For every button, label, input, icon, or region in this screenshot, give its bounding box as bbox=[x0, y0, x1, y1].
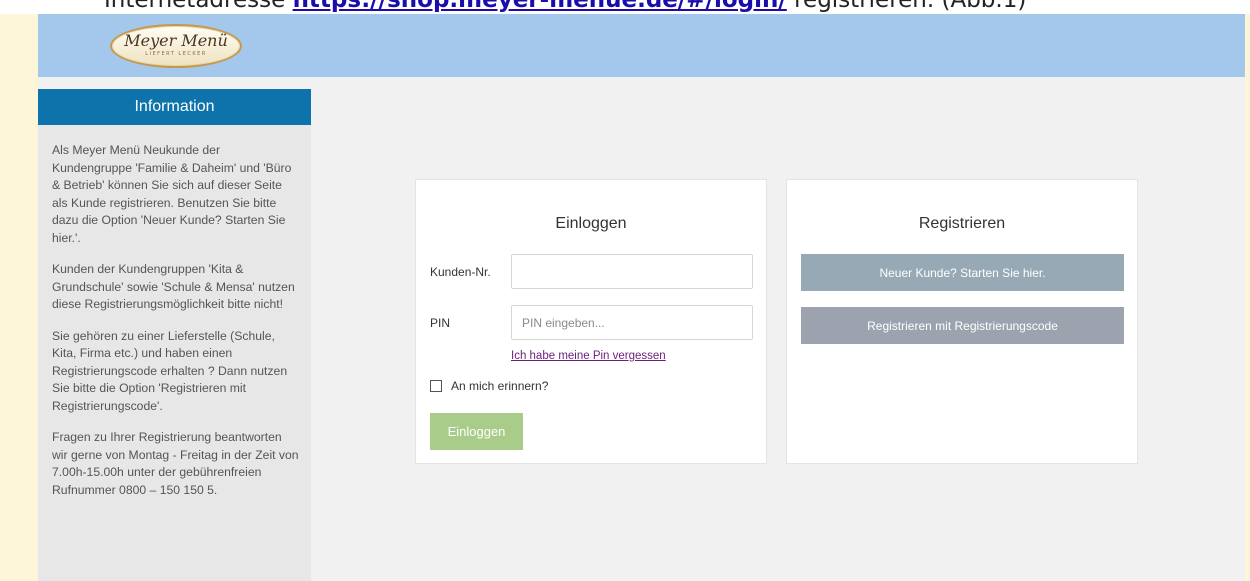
info-paragraph: Sie gehören zu einer Lieferstelle (Schul… bbox=[52, 328, 288, 413]
register-title: Registrieren bbox=[918, 215, 1006, 232]
document-text-line: Internetadresse https://shop.meyer-menue… bbox=[0, 0, 1250, 14]
register-card: Registrieren Neuer Kunde? Starten Sie hi… bbox=[786, 179, 1138, 464]
browser-page: Meyer Menü LIEFERT LECKER Information Al… bbox=[38, 14, 1245, 581]
meyer-menu-logo[interactable]: Meyer Menü LIEFERT LECKER bbox=[110, 24, 242, 68]
register-with-code-button[interactable]: Registrieren mit Registrierungscode bbox=[801, 307, 1124, 344]
sidebar-title: Information bbox=[38, 89, 311, 125]
document-text-after: registrieren. (Abb.1) bbox=[794, 0, 1027, 13]
site-header: Meyer Menü LIEFERT LECKER bbox=[38, 14, 1245, 77]
sidebar-body: Als Meyer Menü Neukunde der Kundengruppe… bbox=[38, 125, 311, 499]
info-paragraph: Fragen zu Ihrer Registrierung beantworte… bbox=[52, 430, 299, 497]
pin-label: PIN bbox=[430, 316, 451, 330]
document-text-before: Internetadresse bbox=[104, 0, 286, 13]
customer-number-label: Kunden-Nr. bbox=[430, 265, 491, 279]
remember-me-checkbox[interactable] bbox=[430, 380, 442, 392]
pin-input[interactable] bbox=[511, 305, 753, 340]
logo-tagline: LIEFERT LECKER bbox=[145, 51, 207, 57]
remember-me[interactable]: An mich erinnern? bbox=[430, 379, 548, 393]
shop-login-link[interactable]: https://shop.meyer-menue.de/#/login/ bbox=[293, 0, 787, 13]
new-customer-button[interactable]: Neuer Kunde? Starten Sie hier. bbox=[801, 254, 1124, 291]
login-card: Einloggen Kunden-Nr. PIN Ich habe meine … bbox=[415, 179, 767, 464]
remember-me-label: An mich erinnern? bbox=[451, 379, 549, 393]
info-paragraph: Als Meyer Menü Neukunde der Kundengruppe… bbox=[52, 143, 292, 245]
info-paragraph: Kunden der Kundengruppen 'Kita & Grundsc… bbox=[52, 262, 295, 311]
forgot-pin-link[interactable]: Ich habe meine Pin vergessen bbox=[511, 350, 666, 362]
information-sidebar: Information Als Meyer Menü Neukunde der … bbox=[38, 89, 311, 581]
login-title: Einloggen bbox=[555, 215, 627, 232]
customer-number-input[interactable] bbox=[511, 254, 753, 289]
login-button[interactable]: Einloggen bbox=[430, 413, 523, 450]
logo-name: Meyer Menü bbox=[124, 31, 228, 50]
